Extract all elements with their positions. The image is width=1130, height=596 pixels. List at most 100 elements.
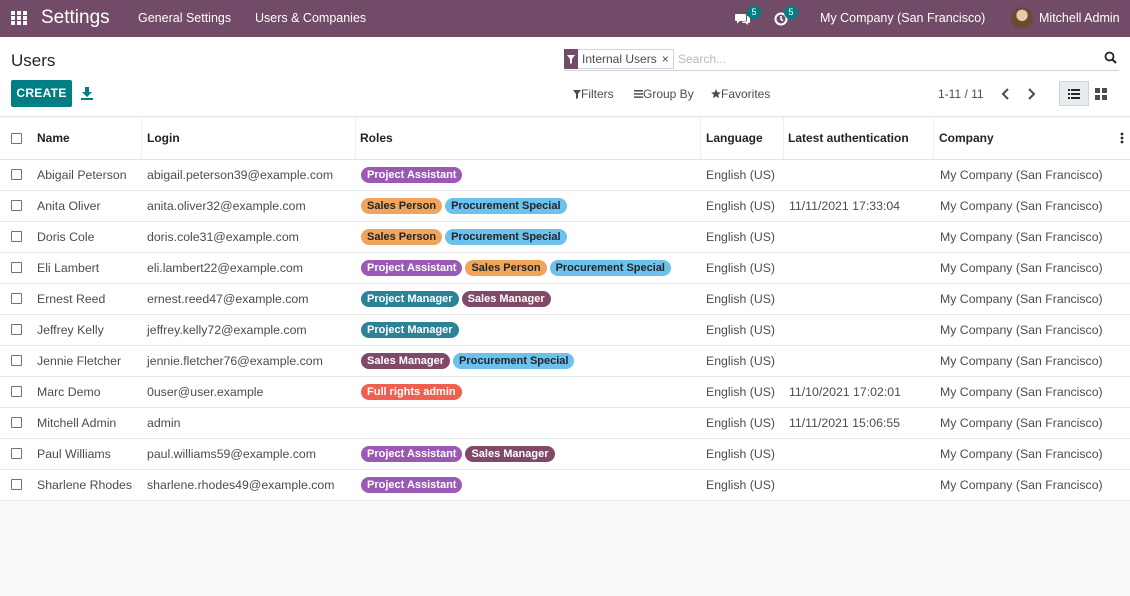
row-checkbox[interactable] [11,324,22,335]
row-checkbox[interactable] [11,293,22,304]
cell-company: My Company (San Francisco) [940,323,1103,337]
table-row[interactable]: Doris Cole doris.cole31@example.com Englis… [0,222,1130,253]
facet-label: Internal Users [582,52,657,66]
cell-name: Marc Demo [37,385,101,399]
role-tag: Procurement Special [549,260,671,276]
role-tag: Full rights admin [361,384,462,400]
cell-company: My Company (San Francisco) [940,261,1103,275]
cell-roles: Sales Person Procurement Special [361,229,567,245]
cell-language: English (US) [706,416,776,430]
table-row[interactable]: Paul Williams paul.williams59@example.com… [0,439,1130,470]
header-login[interactable]: Login [147,131,180,145]
cell-login: 0user@user.example [147,385,264,399]
search-icon[interactable] [1104,51,1117,64]
cell-login: eli.lambert22@example.com [147,261,304,275]
table-row[interactable]: Mitchell Admin admin English (US) 11/11/202… [0,408,1130,439]
header-company[interactable]: Company [939,131,994,145]
table-row[interactable]: Marc Demo 0user@user.example English (US) 1… [0,377,1130,408]
filters-label: Filters [581,87,614,101]
cell-roles: Full rights admin [361,384,462,400]
list-icon [1068,89,1080,99]
facet-remove-icon[interactable]: × [662,52,673,66]
role-tag: Project Manager [361,322,459,338]
row-checkbox[interactable] [11,169,22,180]
cell-name: Mitchell Admin [37,416,117,430]
cell-language: English (US) [706,447,776,461]
menu-users-companies[interactable]: Users & Companies [255,11,366,25]
cell-name: Abigail Peterson [37,168,127,182]
cell-name: Anita Oliver [37,199,101,213]
groupby-button[interactable]: Group By [634,87,694,101]
table-row[interactable]: Jennie Fletcher jennie.fletcher76@example… [0,346,1130,377]
apps-menu-icon[interactable] [11,11,27,25]
role-tag: Sales Person [465,260,547,276]
list-view-button[interactable] [1059,81,1089,106]
chat-systray[interactable]: 5 [735,6,761,27]
cell-roles: Project Manager Sales Manager [361,291,551,307]
cell-roles: Project Assistant [361,477,463,493]
cell-company: My Company (San Francisco) [940,168,1103,182]
bars-icon [634,90,643,98]
row-checkbox[interactable] [11,386,22,397]
cell-company: My Company (San Francisco) [940,199,1103,213]
header-language[interactable]: Language [706,131,763,145]
create-button[interactable]: CREATE [11,80,72,107]
app-title[interactable]: Settings [41,7,110,29]
filters-button[interactable]: Filters [573,87,614,101]
table-row[interactable]: Abigail Peterson abigail.peterson39@examp… [0,160,1130,191]
header-latest-authentication[interactable]: Latest authentication [788,131,909,145]
pager-next-icon[interactable] [1025,87,1037,101]
header-roles[interactable]: Roles [360,131,393,145]
row-checkbox[interactable] [11,231,22,242]
table-row[interactable]: Eli Lambert eli.lambert22@example.com Engl… [0,253,1130,284]
table-row[interactable]: Sharlene Rhodes sharlene.rhodes49@example… [0,470,1130,501]
company-switcher[interactable]: My Company (San Francisco) [820,11,985,25]
cell-name: Paul Williams [37,447,111,461]
optional-columns-icon[interactable] [1120,132,1124,144]
cell-roles: Project Assistant [361,167,463,183]
cell-latest-authentication: 11/10/2021 17:02:01 [789,385,901,399]
pager-value[interactable]: 1-11 / 11 [938,87,984,101]
activity-systray[interactable]: 5 [774,6,798,27]
search-input[interactable]: Search... [678,52,726,66]
row-checkbox[interactable] [11,355,22,366]
activity-count-badge: 5 [784,6,798,19]
column-divider [141,118,142,160]
user-menu[interactable]: Mitchell Admin [1039,11,1120,25]
table-row[interactable]: Ernest Reed ernest.reed47@example.com Engl… [0,284,1130,315]
header-name[interactable]: Name [37,131,70,145]
users-list: Name Login Roles Language Latest authent… [0,118,1130,501]
user-avatar[interactable] [1011,7,1033,29]
select-all-checkbox[interactable] [11,133,22,144]
cell-name: Ernest Reed [37,292,106,306]
role-tag: Procurement Special [445,198,567,214]
row-checkbox[interactable] [11,200,22,211]
cell-language: English (US) [706,478,776,492]
row-checkbox[interactable] [11,262,22,273]
row-checkbox[interactable] [11,417,22,428]
cell-login: paul.williams59@example.com [147,447,316,461]
role-tag: Procurement Special [445,229,567,245]
table-body: Abigail Peterson abigail.peterson39@examp… [0,160,1130,501]
cell-name: Jeffrey Kelly [37,323,104,337]
kanban-view-icon[interactable] [1094,87,1108,101]
menu-general-settings[interactable]: General Settings [138,11,231,25]
table-row[interactable]: Jeffrey Kelly jeffrey.kelly72@example.com… [0,315,1130,346]
cell-latest-authentication: 11/11/2021 17:33:04 [789,199,901,213]
favorites-label: Favorites [721,87,771,101]
top-navbar: Settings General Settings Users & Compan… [0,0,1130,37]
row-checkbox[interactable] [11,479,22,490]
column-divider [783,118,784,160]
cell-company: My Company (San Francisco) [940,230,1103,244]
role-tag: Project Assistant [361,260,463,276]
cell-login: doris.cole31@example.com [147,230,299,244]
row-checkbox[interactable] [11,448,22,459]
cell-login: sharlene.rhodes49@example.com [147,478,335,492]
download-icon[interactable] [80,86,94,100]
favorites-button[interactable]: Favorites [711,87,770,101]
search-facet: Internal Users × [564,48,674,69]
search-bar: Internal Users × Search... [564,48,1119,71]
cell-login: ernest.reed47@example.com [147,292,309,306]
table-row[interactable]: Anita Oliver anita.oliver32@example.com En… [0,191,1130,222]
pager-previous-icon[interactable] [1000,87,1012,101]
